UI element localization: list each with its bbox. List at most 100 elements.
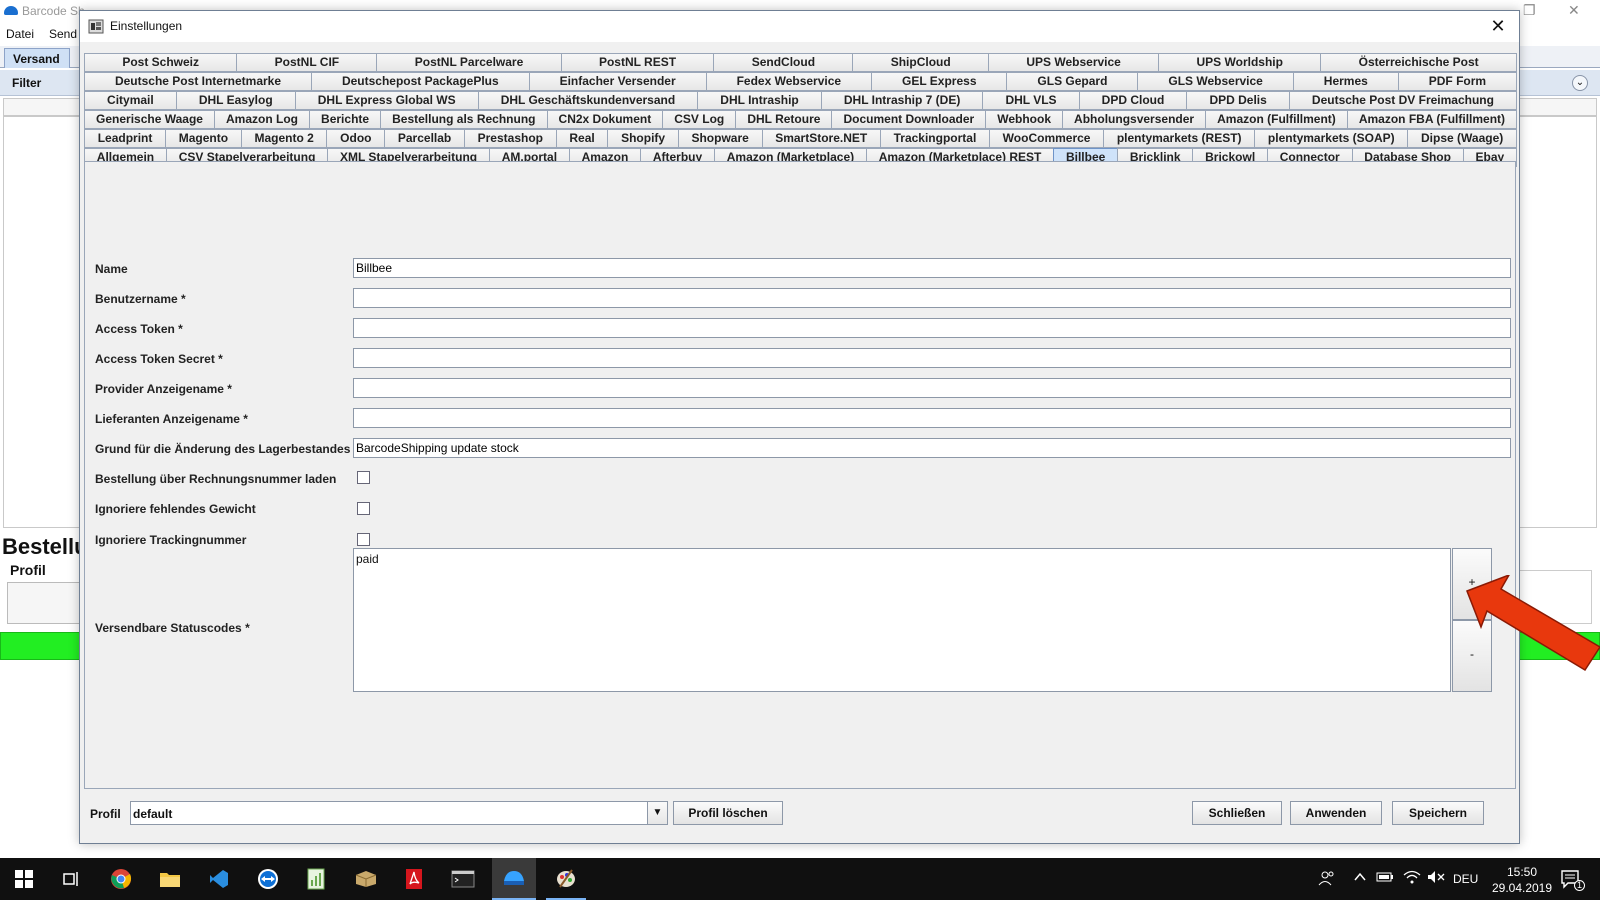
tab-einfacher-versender[interactable]: Einfacher Versender — [528, 72, 707, 91]
tab-hermes[interactable]: Hermes — [1292, 72, 1399, 91]
wifi-icon[interactable] — [1403, 870, 1421, 900]
tab-dpd-cloud[interactable]: DPD Cloud — [1078, 91, 1188, 110]
task-view-icon[interactable] — [56, 863, 88, 895]
spreadsheet-icon[interactable] — [300, 863, 332, 895]
barcode-shipping-icon[interactable] — [492, 858, 536, 900]
tab-shopify[interactable]: Shopify — [607, 129, 679, 148]
tab-shopware[interactable]: Shopware — [677, 129, 763, 148]
tab-pdf-form[interactable]: PDF Form — [1397, 72, 1518, 91]
package-icon[interactable] — [350, 863, 382, 895]
tab-magento-2[interactable]: Magento 2 — [240, 129, 328, 148]
profil-loeschen-button[interactable]: Profil löschen — [673, 801, 783, 825]
tab-dhl-vls[interactable]: DHL VLS — [982, 91, 1080, 110]
tab-amazon-fba-fulfillment[interactable]: Amazon FBA (Fulfillment) — [1346, 110, 1518, 129]
tab-smartstore-net[interactable]: SmartStore.NET — [761, 129, 881, 148]
vscode-icon[interactable] — [203, 863, 235, 895]
tab-magento[interactable]: Magento — [165, 129, 242, 148]
collapse-chevron-icon[interactable]: ⌄ — [1572, 75, 1588, 91]
menu-send[interactable]: Send — [49, 27, 77, 41]
tab-woocommerce[interactable]: WooCommerce — [988, 129, 1105, 148]
tab-dpd-delis[interactable]: DPD Delis — [1186, 91, 1290, 110]
tab-plentymarkets-soap[interactable]: plentymarkets (SOAP) — [1254, 129, 1409, 148]
tab-gel-express[interactable]: GEL Express — [871, 72, 1008, 91]
tab-postnl-rest[interactable]: PostNL REST — [560, 53, 715, 72]
statuscode-item[interactable]: paid — [356, 552, 1448, 566]
tab-amazon-fulfillment[interactable]: Amazon (Fulfillment) — [1205, 110, 1348, 129]
profil-select[interactable]: default ▼ — [130, 801, 668, 825]
schliessen-button[interactable]: Schließen — [1192, 801, 1282, 825]
tab-fedex-webservice[interactable]: Fedex Webservice — [705, 72, 873, 91]
tab-postnl-cif[interactable]: PostNL CIF — [236, 53, 378, 72]
tab-österreichische-post[interactable]: Österreichische Post — [1320, 53, 1518, 72]
access-token-field[interactable] — [353, 318, 1511, 338]
tab-prestashop[interactable]: Prestashop — [463, 129, 557, 148]
tab-ups-webservice[interactable]: UPS Webservice — [988, 53, 1160, 72]
chrome-icon[interactable] — [105, 863, 137, 895]
tab-document-downloader[interactable]: Document Downloader — [831, 110, 987, 129]
tab-trackingportal[interactable]: Trackingportal — [879, 129, 990, 148]
tab-deutsche-post-dv-freimachung[interactable]: Deutsche Post DV Freimachung — [1288, 91, 1518, 110]
tab-ups-worldship[interactable]: UPS Worldship — [1158, 53, 1322, 72]
battery-icon[interactable] — [1376, 871, 1394, 900]
tab-berichte[interactable]: Berichte — [309, 110, 382, 129]
tab-deutschepost-packageplus[interactable]: Deutschepost PackagePlus — [310, 72, 530, 91]
tab-dhl-express-global-ws[interactable]: DHL Express Global WS — [294, 91, 479, 110]
gewicht-checkbox[interactable] — [357, 502, 370, 515]
tab-shipcloud[interactable]: ShipCloud — [852, 53, 990, 72]
file-explorer-icon[interactable] — [154, 863, 186, 895]
tab-bestellung-als-rechnung[interactable]: Bestellung als Rechnung — [380, 110, 548, 129]
dialog-close-icon[interactable]: ✕ — [1487, 16, 1509, 36]
tab-amazon-log[interactable]: Amazon Log — [213, 110, 311, 129]
tab-plentymarkets-rest[interactable]: plentymarkets (REST) — [1103, 129, 1256, 148]
windows-start-icon[interactable] — [8, 863, 40, 895]
terminal-icon[interactable] — [447, 863, 479, 895]
tab-leadprint[interactable]: Leadprint — [84, 129, 167, 148]
language-indicator[interactable]: DEU — [1453, 872, 1478, 900]
tab-parcellab[interactable]: Parcellab — [384, 129, 465, 148]
tab-webhook[interactable]: Webhook — [985, 110, 1064, 129]
tab-postnl-parcelware[interactable]: PostNL Parcelware — [376, 53, 562, 72]
anwenden-button[interactable]: Anwenden — [1290, 801, 1382, 825]
access-token-secret-field[interactable] — [353, 348, 1511, 368]
clock[interactable]: 15:50 29.04.2019 — [1490, 864, 1554, 900]
menu-datei[interactable]: Datei — [6, 27, 34, 41]
tab-odoo[interactable]: Odoo — [326, 129, 386, 148]
tab-dipse-waage[interactable]: Dipse (Waage) — [1407, 129, 1517, 148]
statuscodes-list[interactable]: paid — [353, 548, 1451, 692]
tab-dhl-intraship-7-de[interactable]: DHL Intraship 7 (DE) — [820, 91, 984, 110]
show-hidden-icons-chevron-icon[interactable] — [1354, 871, 1366, 900]
benutzername-field[interactable] — [353, 288, 1511, 308]
teamviewer-icon[interactable] — [252, 863, 284, 895]
tab-dhl-easylog[interactable]: DHL Easylog — [175, 91, 296, 110]
grund-field[interactable] — [353, 438, 1511, 458]
tab-real[interactable]: Real — [555, 129, 609, 148]
speaker-muted-icon[interactable] — [1427, 870, 1445, 900]
tab-versand[interactable]: Versand — [4, 48, 70, 68]
chevron-down-icon[interactable]: ▼ — [647, 802, 667, 824]
close-icon[interactable]: ✕ — [1568, 2, 1580, 19]
tab-cn2x-dokument[interactable]: CN2x Dokument — [546, 110, 664, 129]
tracking-checkbox[interactable] — [357, 533, 370, 546]
name-field[interactable] — [353, 258, 1511, 278]
tab-dhl-geschäftskundenversand[interactable]: DHL Geschäftskundenversand — [477, 91, 699, 110]
people-icon[interactable] — [1318, 870, 1336, 900]
speichern-button[interactable]: Speichern — [1392, 801, 1484, 825]
restore-icon[interactable]: ❐ — [1523, 2, 1536, 19]
tab-gls-webservice[interactable]: GLS Webservice — [1137, 72, 1294, 91]
filter-label[interactable]: Filter — [12, 76, 41, 90]
provider-field[interactable] — [353, 378, 1511, 398]
tab-generische-waage[interactable]: Generische Waage — [84, 110, 215, 129]
tab-sendcloud[interactable]: SendCloud — [713, 53, 854, 72]
tab-citymail[interactable]: Citymail — [84, 91, 177, 110]
tab-dhl-retoure[interactable]: DHL Retoure — [735, 110, 833, 129]
acrobat-icon[interactable] — [398, 863, 430, 895]
tab-csv-log[interactable]: CSV Log — [662, 110, 737, 129]
tab-deutsche-post-internetmarke[interactable]: Deutsche Post Internetmarke — [84, 72, 312, 91]
notifications-icon[interactable]: 1 — [1560, 868, 1585, 900]
tab-dhl-intraship[interactable]: DHL Intraship — [697, 91, 822, 110]
tab-abholungsversender[interactable]: Abholungsversender — [1062, 110, 1207, 129]
rechnung-checkbox[interactable] — [357, 471, 370, 484]
paint-icon[interactable] — [546, 858, 586, 900]
tab-gls-gepard[interactable]: GLS Gepard — [1006, 72, 1139, 91]
lieferanten-field[interactable] — [353, 408, 1511, 428]
